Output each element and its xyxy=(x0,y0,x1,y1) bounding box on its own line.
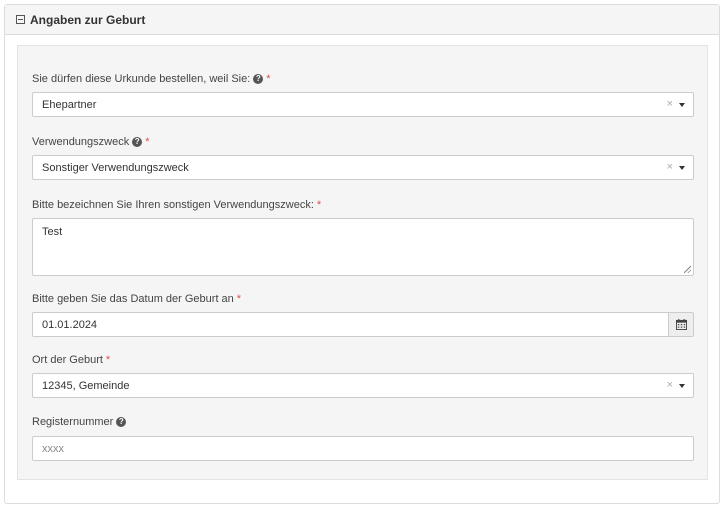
register-number-input[interactable]: xxxx xyxy=(32,436,694,461)
other-purpose-textarea[interactable]: Test xyxy=(32,218,694,276)
birth-date-input[interactable]: 01.01.2024 xyxy=(32,312,668,337)
required-marker: * xyxy=(316,199,322,211)
purpose-select[interactable]: Sonstiger Verwendungszweck × xyxy=(32,155,694,180)
question-circle-icon[interactable]: ? xyxy=(132,137,143,147)
resize-handle-icon[interactable] xyxy=(684,266,691,273)
purpose-label-text: Verwendungszweck xyxy=(32,136,130,148)
other-purpose-field: Bitte bezeichnen Sie Ihren sonstigen Ver… xyxy=(32,198,694,276)
birth-place-label: Ort der Geburt * xyxy=(32,353,694,367)
other-purpose-label: Bitte bezeichnen Sie Ihren sonstigen Ver… xyxy=(32,198,694,212)
register-number-placeholder: xxxx xyxy=(42,442,64,455)
birth-date-input-group: 01.01.2024 xyxy=(32,312,694,337)
birth-date-field: Bitte geben Sie das Datum der Geburt an … xyxy=(32,292,694,337)
birth-date-value: 01.01.2024 xyxy=(42,318,98,331)
question-circle-icon[interactable]: ? xyxy=(253,74,264,84)
register-number-field: Registernummer ? xxxx xyxy=(32,415,694,461)
minus-square-icon[interactable] xyxy=(16,15,25,24)
reason-field: Sie dürfen diese Urkunde bestellen, weil… xyxy=(32,72,694,117)
panel-body: Sie dürfen diese Urkunde bestellen, weil… xyxy=(17,45,708,480)
clear-icon[interactable]: × xyxy=(667,161,673,173)
clear-icon[interactable]: × xyxy=(667,379,673,391)
other-purpose-value: Test xyxy=(42,226,63,238)
birth-date-label: Bitte geben Sie das Datum der Geburt an … xyxy=(32,292,694,306)
other-purpose-label-text: Bitte bezeichnen Sie Ihren sonstigen Ver… xyxy=(32,199,314,211)
clear-icon[interactable]: × xyxy=(667,98,673,110)
chevron-down-icon[interactable] xyxy=(679,166,685,170)
reason-label-text: Sie dürfen diese Urkunde bestellen, weil… xyxy=(32,73,251,85)
purpose-field: Verwendungszweck ? * Sonstiger Verwendun… xyxy=(32,135,694,180)
required-marker: * xyxy=(105,354,111,366)
birth-place-field: Ort der Geburt * 12345, Gemeinde × xyxy=(32,353,694,398)
birth-place-value: 12345, Gemeinde xyxy=(42,379,130,392)
required-marker: * xyxy=(145,136,150,148)
register-number-label-text: Registernummer xyxy=(32,416,114,428)
question-circle-icon[interactable]: ? xyxy=(116,417,127,427)
birth-place-select[interactable]: 12345, Gemeinde × xyxy=(32,373,694,398)
reason-select[interactable]: Ehepartner × xyxy=(32,92,694,117)
required-marker: * xyxy=(236,293,242,305)
purpose-select-value: Sonstiger Verwendungszweck xyxy=(42,161,189,174)
chevron-down-icon[interactable] xyxy=(679,384,685,388)
required-marker: * xyxy=(266,73,271,85)
birth-place-label-text: Ort der Geburt xyxy=(32,354,103,366)
purpose-label: Verwendungszweck ? * xyxy=(32,135,694,149)
calendar-icon xyxy=(675,319,687,330)
reason-select-value: Ehepartner xyxy=(42,98,97,111)
reason-label: Sie dürfen diese Urkunde bestellen, weil… xyxy=(32,72,694,86)
birth-details-panel: Angaben zur Geburt Sie dürfen diese Urku… xyxy=(4,4,720,504)
panel-header[interactable]: Angaben zur Geburt xyxy=(5,5,719,35)
birth-date-label-text: Bitte geben Sie das Datum der Geburt an xyxy=(32,293,234,305)
chevron-down-icon[interactable] xyxy=(679,103,685,107)
calendar-button[interactable] xyxy=(668,312,694,337)
panel-title: Angaben zur Geburt xyxy=(30,12,146,27)
register-number-label: Registernummer ? xyxy=(32,415,694,429)
